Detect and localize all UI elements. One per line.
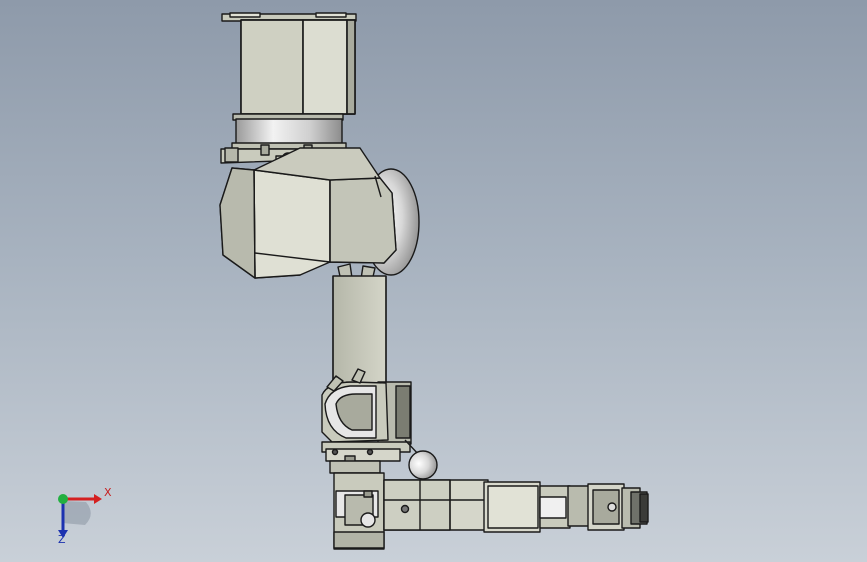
view-orientation-triad[interactable]: X Z <box>40 478 120 548</box>
forearm-link[interactable] <box>333 472 489 550</box>
shoulder-housing[interactable] <box>219 147 397 282</box>
x-axis-label: X <box>104 486 112 499</box>
rotation-ring[interactable] <box>231 113 347 150</box>
3d-graphics-viewport[interactable]: X Z <box>0 0 867 562</box>
elbow-joint[interactable] <box>321 368 438 480</box>
motor-housing[interactable] <box>240 19 356 115</box>
tool-flange[interactable] <box>587 483 649 531</box>
robot-arm-model[interactable] <box>0 0 867 562</box>
z-axis-label: Z <box>58 533 66 546</box>
wrist-section[interactable] <box>483 481 591 533</box>
